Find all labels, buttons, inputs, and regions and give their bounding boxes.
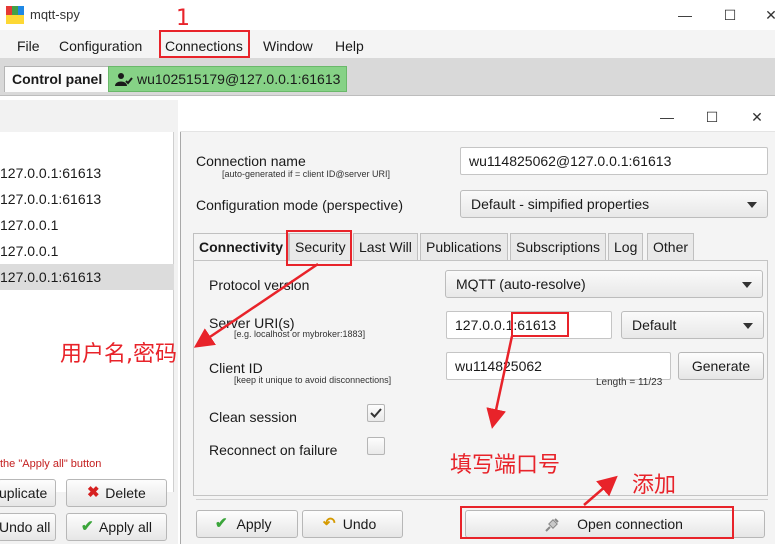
arrow-security: [193, 262, 319, 348]
annotation-arrows: [193, 262, 618, 506]
arrow-open: [583, 475, 618, 506]
arrow-port: [486, 335, 514, 429]
